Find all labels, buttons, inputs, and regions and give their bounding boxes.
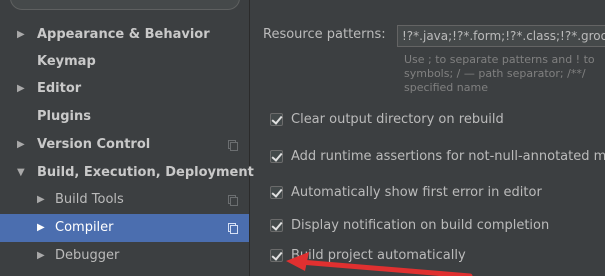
- sidebar-item-appearance-behavior[interactable]: ▶ Appearance & Behavior: [0, 21, 249, 49]
- expand-arrow-icon[interactable]: ▶: [37, 214, 45, 242]
- compiler-settings-panel: Resource patterns: !?*.java;!?*.form;!?*…: [250, 0, 605, 276]
- sidebar-item-plugins[interactable]: Plugins: [0, 103, 249, 131]
- sidebar-item-label: Appearance & Behavior: [37, 27, 210, 42]
- checkbox[interactable]: [270, 113, 283, 126]
- expand-arrow-icon[interactable]: ▶: [37, 242, 45, 270]
- sidebar-item-label: Plugins: [37, 109, 91, 124]
- sidebar-item-keymap[interactable]: Keymap: [0, 48, 249, 76]
- sidebar-item-version-control[interactable]: ▶ Version Control: [0, 131, 249, 159]
- project-settings-icon: [228, 195, 238, 206]
- sidebar-item-label: Compiler: [55, 220, 114, 235]
- checkbox[interactable]: [270, 150, 283, 163]
- sidebar-item-label: Keymap: [37, 54, 96, 69]
- sidebar-item-debugger[interactable]: ▶ Debugger: [0, 242, 249, 270]
- resource-patterns-input[interactable]: !?*.java;!?*.form;!?*.class;!?*.groovy: [397, 25, 605, 47]
- option-label: Add runtime assertions for not-null-anno…: [291, 149, 605, 164]
- checkbox[interactable]: [270, 186, 283, 199]
- sidebar-item-build-tools[interactable]: ▶ Build Tools: [0, 186, 249, 214]
- expand-arrow-icon[interactable]: ▶: [37, 186, 45, 214]
- option-label: Build project automatically: [291, 248, 466, 263]
- option-label: Clear output directory on rebuild: [291, 112, 504, 127]
- option-label: Display notification on build completion: [291, 218, 550, 233]
- expand-arrow-icon[interactable]: ▶: [17, 131, 25, 159]
- sidebar-item-label: Editor: [37, 81, 82, 96]
- resource-patterns-hint: Use ; to separate patterns and ! to symb…: [404, 53, 595, 94]
- sidebar-item-editor[interactable]: ▶ Editor: [0, 75, 249, 103]
- sidebar-item-compiler[interactable]: ▶ Compiler: [0, 214, 249, 242]
- project-settings-icon: [228, 140, 238, 151]
- resource-patterns-label: Resource patterns:: [263, 27, 386, 42]
- expand-arrow-icon[interactable]: ▶: [17, 75, 25, 103]
- settings-search-input[interactable]: [10, 0, 240, 10]
- option-label: Automatically show first error in editor: [291, 185, 542, 200]
- settings-sidebar: ▶ Appearance & Behavior Keymap ▶ Editor …: [0, 0, 254, 276]
- collapse-arrow-icon[interactable]: ▼: [17, 159, 25, 187]
- sidebar-item-label: Version Control: [37, 137, 151, 152]
- sidebar-item-label: Build, Execution, Deployment: [37, 165, 254, 180]
- checkbox[interactable]: [270, 219, 283, 232]
- checkbox[interactable]: [270, 249, 283, 262]
- sidebar-item-label: Debugger: [55, 248, 120, 263]
- sidebar-item-build-execution-deployment[interactable]: ▼ Build, Execution, Deployment: [0, 159, 254, 187]
- sidebar-item-label: Build Tools: [55, 192, 124, 207]
- expand-arrow-icon[interactable]: ▶: [17, 21, 25, 49]
- project-settings-icon: [228, 223, 238, 234]
